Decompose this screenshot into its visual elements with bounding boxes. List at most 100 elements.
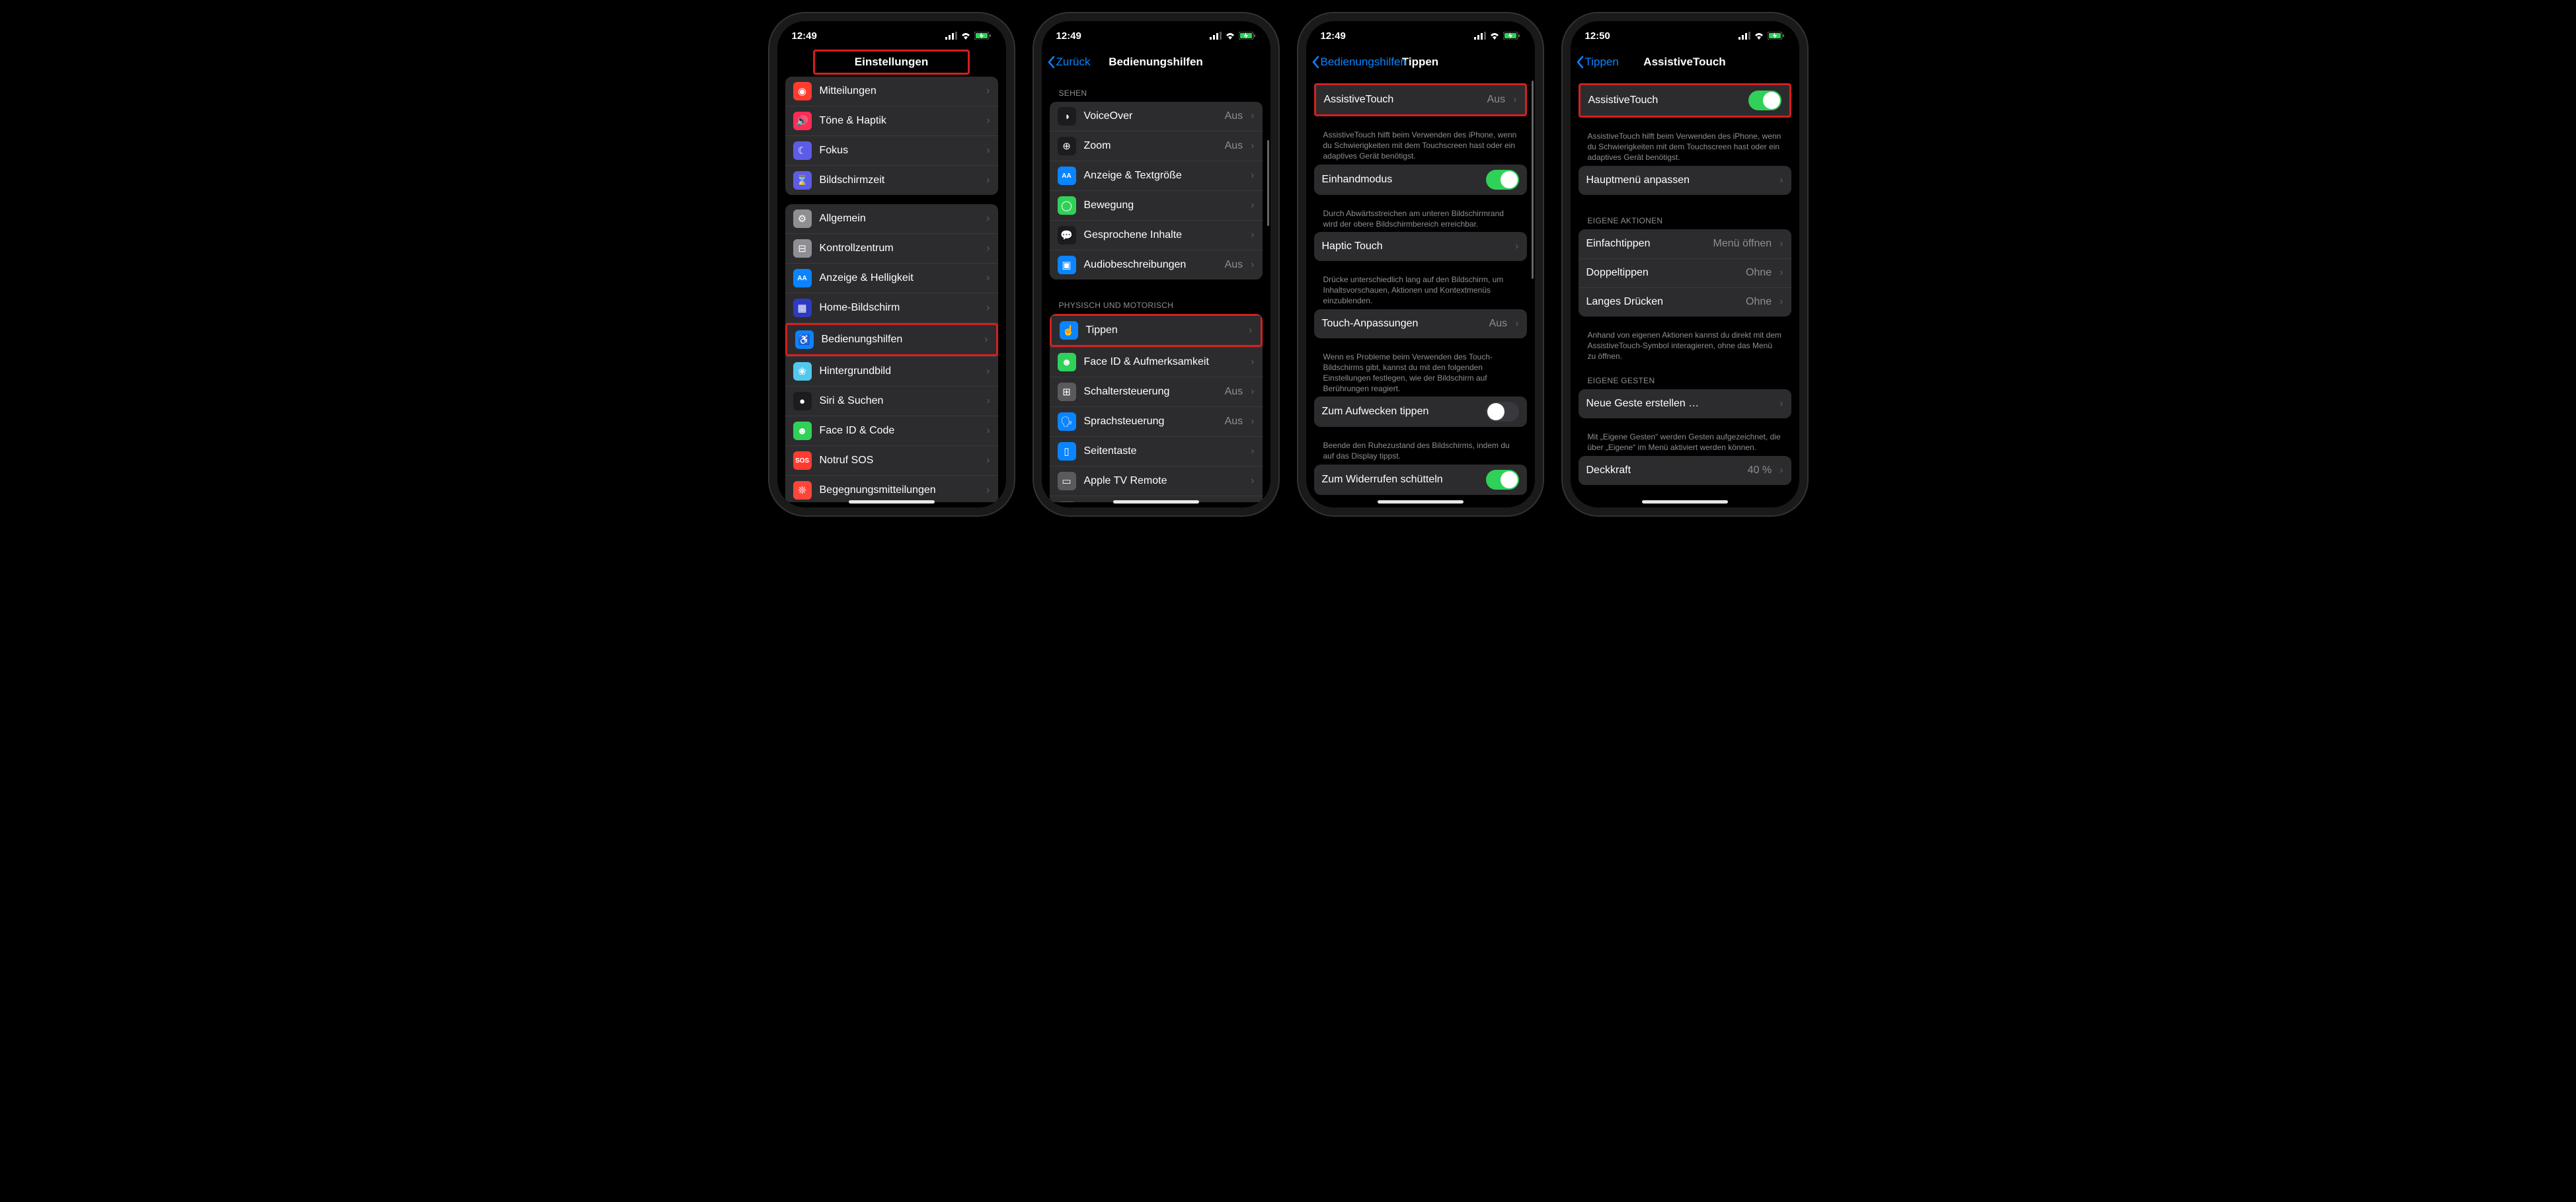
a11y-bewegung[interactable]: ◯Bewegung› [1050,190,1263,220]
scrollbar-thumb[interactable] [1267,140,1269,226]
chevron-right-icon: › [1779,267,1783,279]
row-label: Bedienungshilfen [822,334,977,346]
touch-accommodations-link[interactable]: Touch-Anpassungen Aus › [1314,309,1527,338]
haptic-touch-link[interactable]: Haptic Touch › [1314,232,1527,261]
accessibility-list[interactable]: Sehen ◑VoiceOverAus›⊕ZoomAus›AAAnzeige &… [1042,77,1270,502]
home-indicator[interactable] [1642,500,1728,504]
chevron-right-icon: › [1513,94,1516,106]
row-label: Langes Drücken [1586,296,1738,308]
back-button[interactable]: Bedienungshilfen [1311,56,1407,69]
row-label: Einhandmodus [1322,174,1478,186]
a11y-apple-tv-remote[interactable]: ▭Apple TV Remote› [1050,466,1263,496]
settings-anzeige-helligkeit-icon: AA [793,269,812,287]
shake-to-undo-toggle-row[interactable]: Zum Widerrufen schütteln [1314,465,1527,495]
row-value: Aus [1225,386,1243,398]
a11y-zoom[interactable]: ⊕ZoomAus› [1050,131,1263,161]
settings-begegnungsmitteilungen[interactable]: ❊Begegnungsmitteilungen› [785,475,998,502]
a11y-audiobeschreibungen[interactable]: ▣AudiobeschreibungenAus› [1050,250,1263,280]
row-label: AssistiveTouch [1324,94,1479,106]
assistivetouch-list[interactable]: AssistiveTouch AssistiveTouch hilft beim… [1571,77,1799,502]
opacity-link[interactable]: Deckkraft 40 % › [1579,456,1791,485]
chevron-right-icon: › [1251,170,1254,182]
a11y-anzeige-textgr-e[interactable]: AAAnzeige & Textgröße› [1050,161,1263,190]
chevron-right-icon: › [1779,238,1783,250]
row-label: Allgemein [820,213,979,225]
toggle-off[interactable] [1486,402,1519,422]
row-label: Begegnungsmitteilungen [820,484,979,496]
touch-list[interactable]: AssistiveTouch Aus › AssistiveTouch hilf… [1306,77,1535,502]
a11y-bewegung-icon: ◯ [1058,196,1076,215]
settings-list[interactable]: ◉Mitteilungen›🔊Töne & Haptik›☾Fokus›⌛Bil… [777,77,1006,502]
settings-kontrollzentrum[interactable]: ⊟Kontrollzentrum› [785,233,998,263]
customize-menu-link[interactable]: Hauptmenü anpassen › [1579,166,1791,195]
settings-bildschirmzeit[interactable]: ⌛Bildschirmzeit› [785,165,998,195]
a11y-tippen-icon: ☝ [1060,321,1078,340]
chevron-left-icon [1576,56,1584,69]
a11y-sprachsteuerung-icon: 🗣 [1058,412,1076,431]
home-indicator[interactable] [1378,500,1464,504]
home-indicator[interactable] [849,500,935,504]
section-header-physical: Physisch und motorisch [1050,289,1263,314]
row-value: Menü öffnen [1713,238,1772,250]
settings-hintergrundbild[interactable]: ❀Hintergrundbild› [785,356,998,386]
page-title-highlight: Einstellungen [813,50,970,75]
settings-fokus[interactable]: ☾Fokus› [785,135,998,165]
status-icons [1210,32,1256,40]
settings-allgemein-icon: ⚙ [793,209,812,228]
toggle-on[interactable] [1748,91,1781,110]
new-gesture-link[interactable]: Neue Geste erstellen … › [1579,389,1791,418]
settings-notruf-sos-icon: SOS [793,451,812,470]
action-langes-dr-cken[interactable]: Langes DrückenOhne› [1579,287,1791,317]
row-label: Face ID & Code [820,425,979,437]
row-label: Haptic Touch [1322,241,1508,252]
action-einfachtippen[interactable]: EinfachtippenMenü öffnen› [1579,229,1791,258]
settings-face-id-code[interactable]: ☻Face ID & Code› [785,416,998,445]
a11y-voiceover[interactable]: ◑VoiceOverAus› [1050,102,1263,131]
row-label: Hauptmenü anpassen [1586,174,1772,186]
a11y-gesprochene-inhalte[interactable]: 💬Gesprochene Inhalte› [1050,220,1263,250]
a11y-tippen[interactable]: ☝Tippen› [1050,314,1263,347]
settings-mitteilungen[interactable]: ◉Mitteilungen› [785,77,998,106]
a11y-voiceover-icon: ◑ [1058,107,1076,126]
row-label: Zoom [1084,140,1217,152]
a11y-zoom-icon: ⊕ [1058,137,1076,155]
chevron-right-icon: › [1515,241,1518,252]
settings-notruf-sos[interactable]: SOSNotruf SOS› [785,445,998,475]
chevron-right-icon: › [1779,398,1783,410]
toggle-on[interactable] [1486,470,1519,490]
assistivetouch-toggle-row[interactable]: AssistiveTouch [1581,85,1789,116]
row-label: Doppeltippen [1586,267,1738,279]
action-doppeltippen[interactable]: Doppeltippen Ohne › [1579,258,1791,287]
settings-anzeige-helligkeit[interactable]: AAAnzeige & Helligkeit› [785,263,998,293]
status-time: 12:49 [1056,30,1081,42]
one-handed-mode-toggle-row[interactable]: Einhandmodus [1314,165,1527,195]
settings-siri-suchen[interactable]: ●Siri & Suchen› [785,386,998,416]
home-indicator[interactable] [1113,500,1199,504]
row-label: Anzeige & Helligkeit [820,272,979,284]
settings-fokus-icon: ☾ [793,141,812,160]
settings-home-bildschirm[interactable]: ▦Home-Bildschirm› [785,293,998,322]
a11y-apple-tv-remote-icon: ▭ [1058,472,1076,490]
scrollbar-thumb[interactable] [1532,81,1534,279]
row-label: Deckkraft [1586,465,1740,476]
chevron-right-icon: › [1779,465,1783,476]
a11y-schaltersteuerung[interactable]: ⊞SchaltersteuerungAus› [1050,377,1263,406]
tap-to-wake-toggle-row[interactable]: Zum Aufwecken tippen [1314,396,1527,427]
row-value: Aus [1225,259,1243,271]
chevron-right-icon: › [1251,475,1254,487]
settings-allgemein[interactable]: ⚙Allgemein› [785,204,998,233]
a11y-face-id-aufmerksamkeit-icon: ☻ [1058,353,1076,371]
row-value: Aus [1225,140,1243,152]
a11y-seitentaste[interactable]: ▯Seitentaste› [1050,436,1263,466]
back-button[interactable]: Tippen [1576,56,1619,69]
assistivetouch-link[interactable]: AssistiveTouch Aus › [1316,85,1525,114]
toggle-on[interactable] [1486,170,1519,190]
a11y-sprachsteuerung[interactable]: 🗣SprachsteuerungAus› [1050,406,1263,436]
row-value: Ohne [1746,267,1772,279]
back-button[interactable]: Zurück [1047,56,1091,69]
chevron-right-icon: › [1251,445,1254,457]
a11y-face-id-aufmerksamkeit[interactable]: ☻Face ID & Aufmerksamkeit› [1050,347,1263,377]
page-title: Einstellungen [855,56,928,68]
settings-t-ne-haptik[interactable]: 🔊Töne & Haptik› [785,106,998,135]
settings-bedienungshilfen[interactable]: ♿Bedienungshilfen› [785,322,998,356]
